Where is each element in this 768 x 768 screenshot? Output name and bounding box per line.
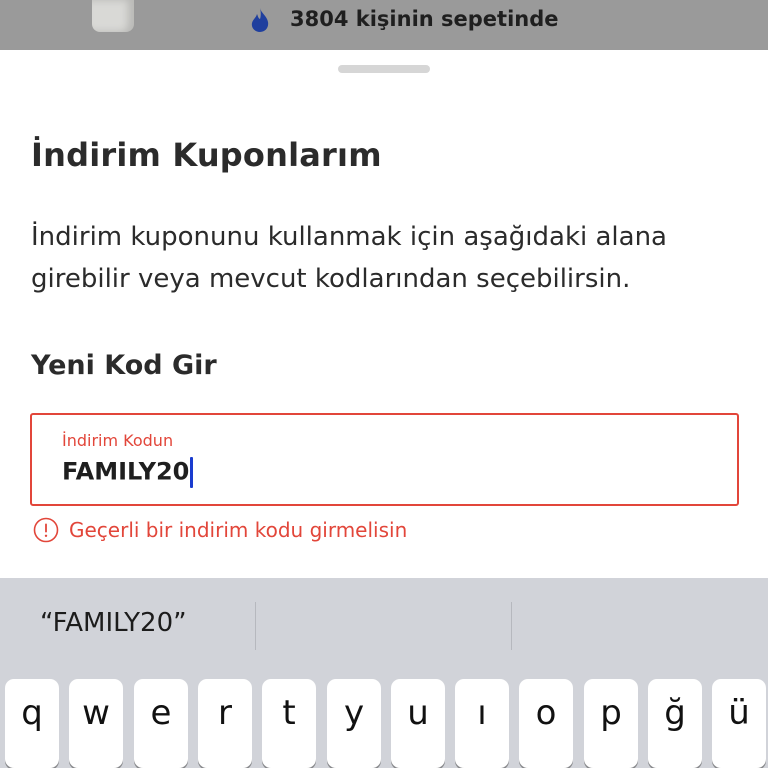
- suggestion-item[interactable]: “FAMILY20”: [40, 608, 187, 638]
- flame-icon: [251, 8, 269, 32]
- key[interactable]: u: [391, 679, 445, 768]
- key[interactable]: y: [327, 679, 381, 768]
- coupon-code-input[interactable]: İndirim Kodun FAMILY20: [30, 413, 739, 506]
- error-text: Geçerli bir indirim kodu girmelisin: [69, 518, 408, 542]
- key[interactable]: t: [262, 679, 316, 768]
- key[interactable]: o: [519, 679, 573, 768]
- product-thumbnail: [92, 0, 134, 32]
- key[interactable]: e: [134, 679, 188, 768]
- coupon-code-value[interactable]: FAMILY20: [62, 457, 194, 488]
- coupon-sheet: İndirim Kuponlarım İndirim kuponunu kull…: [0, 50, 768, 578]
- cart-count-text: 3804 kişinin sepetinde: [290, 7, 559, 31]
- alert-circle-icon: [33, 517, 59, 543]
- sheet-title: İndirim Kuponlarım: [31, 136, 382, 174]
- key[interactable]: r: [198, 679, 252, 768]
- text-caret: [190, 457, 194, 488]
- key[interactable]: ğ: [648, 679, 702, 768]
- coupon-code-text: FAMILY20: [62, 457, 190, 486]
- key[interactable]: p: [584, 679, 638, 768]
- key[interactable]: ı: [455, 679, 509, 768]
- sheet-grabber-handle[interactable]: [338, 65, 430, 73]
- on-screen-keyboard: “FAMILY20” qwertyuıopğü: [0, 578, 768, 768]
- keyboard-row-1: qwertyuıopğü: [5, 679, 766, 768]
- key[interactable]: q: [5, 679, 59, 768]
- error-message: Geçerli bir indirim kodu girmelisin: [33, 516, 407, 544]
- sheet-description: İndirim kuponunu kullanmak için aşağıdak…: [31, 222, 667, 294]
- key[interactable]: w: [69, 679, 123, 768]
- key[interactable]: ü: [712, 679, 766, 768]
- keyboard-suggestion-bar: “FAMILY20”: [0, 578, 768, 673]
- screen: 3804 kişinin sepetinde İndirim Kuponları…: [0, 0, 768, 768]
- coupon-code-label: İndirim Kodun: [62, 431, 174, 450]
- suggestion-divider: [255, 602, 256, 650]
- suggestion-divider: [511, 602, 512, 650]
- product-header-bar: 3804 kişinin sepetinde: [0, 0, 768, 50]
- new-code-section-title: Yeni Kod Gir: [31, 350, 217, 381]
